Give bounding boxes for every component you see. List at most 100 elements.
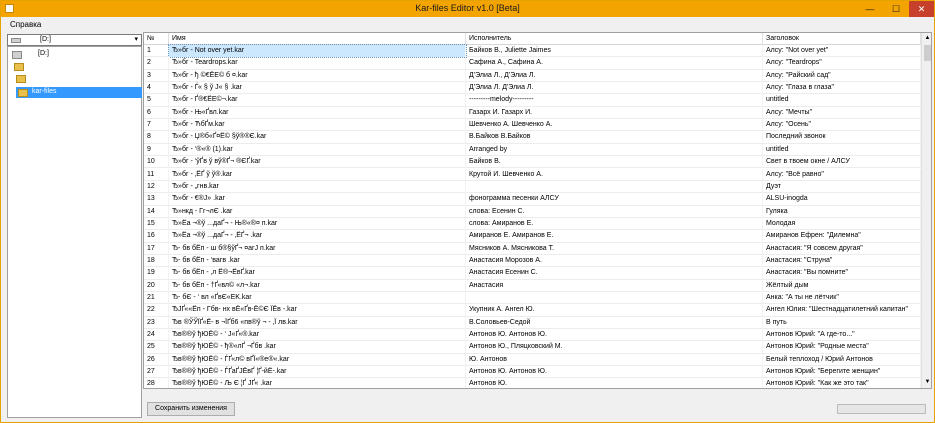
cell-number[interactable]: 1: [144, 45, 169, 57]
column-header-number[interactable]: №: [144, 33, 169, 45]
tree-node-drive[interactable]: [D:]: [10, 49, 70, 60]
cell-name[interactable]: Ђ»бг - „гнв.kar: [169, 180, 466, 193]
cell-performer[interactable]: фонограмма песенки АЛСУ: [466, 193, 763, 206]
cell-name[interactable]: Ђ­в®­®ў ђЮЁ© - ЃҐаҐЈЁвҐ ¦Ґ-йЁ-.kar: [169, 366, 466, 379]
cell-performer[interactable]: Антонов Ю.: [466, 378, 763, 388]
cell-name[interactable]: Ђ- бв бЁп - †Ґ«вл© «л¬.kar: [169, 279, 466, 292]
cell-number[interactable]: 14: [144, 205, 169, 218]
column-header-name[interactable]: Имя: [169, 33, 466, 45]
table-row[interactable]: 23 Ђ­в ®ЎЎЇҐ«Ё- в ¬ЇҐб6 «пв®ў ¬ - ‚Ї лв.k…: [144, 316, 921, 330]
vertical-scrollbar[interactable]: ▲ ▼: [921, 33, 931, 388]
minimize-button[interactable]: —: [857, 1, 883, 17]
cell-performer[interactable]: Arranged by: [466, 143, 763, 156]
cell-performer[interactable]: Антонов Ю. Антонов Ю.: [466, 366, 763, 379]
cell-title[interactable]: Алсу: "Teardrops": [763, 57, 921, 70]
scrollbar-thumb[interactable]: [924, 45, 931, 61]
table-row[interactable]: 8 Ђ»бг - Џ®б«Ґ¤­Ё© §ў®­®Є.kar В.Байков В.Б…: [144, 131, 921, 144]
cell-performer[interactable]: Ю. Антонов: [466, 353, 763, 366]
cell-name[interactable]: Ђ»бг - ЋбҐ­м.kar: [169, 119, 466, 132]
cell-number[interactable]: 2: [144, 57, 169, 70]
cell-name[interactable]: Ђ­в®­®ў ђЮЁ© - ЃҐ«л© вҐЇ«®е®«.kar: [169, 353, 466, 366]
table-row[interactable]: 1 Ђ»бг - Not over yet.kar Байков В., Julie…: [144, 44, 921, 58]
cell-number[interactable]: 28: [144, 378, 169, 388]
cell-name[interactable]: Ђ»Ёа ¬®ў ...даҐ¬ - ‚Ё­Ґ­¬ .kar: [169, 230, 466, 243]
cell-performer[interactable]: Анастасия Есенин С.: [466, 267, 763, 280]
cell-performer[interactable]: Укупник А. Ангел Ю.: [466, 304, 763, 317]
cell-title[interactable]: Антонов Юрий: "Как же это так": [763, 378, 921, 388]
cell-name[interactable]: Ђ­в®­®ў ђЮЁ© - ђ®«­лҐ ¬Ґбв .kar: [169, 341, 466, 354]
table-row[interactable]: 4 Ђ»бг - Ѓ« § ў J« § .kar Д'Элиа Л. Д'Элиа…: [144, 82, 921, 95]
cell-name[interactable]: Ђ»нкд - Гг¬лЄ .kar: [169, 205, 466, 218]
cell-number[interactable]: 21: [144, 292, 169, 304]
cell-title[interactable]: untitled: [763, 143, 921, 156]
cell-name[interactable]: Ђ»Ёа ¬®ў ...даҐ¬ - Њ®«®¤ п.kar: [169, 217, 466, 230]
cell-title[interactable]: Алсу: "Осень": [763, 119, 921, 132]
cell-title[interactable]: Алсу: "Мечты": [763, 106, 921, 119]
cell-performer[interactable]: Анастасия: [466, 279, 763, 292]
cell-performer[interactable]: Анастасия Морозов А.: [466, 254, 763, 267]
cell-name[interactable]: Ђ- бв бЁп - ‚л Ё®¬­ЁвҐ.kar: [169, 267, 466, 280]
maximize-button[interactable]: ☐: [883, 1, 909, 17]
cell-title[interactable]: Амиранов Ефрен: "Дилемна": [763, 230, 921, 243]
table-row[interactable]: 25 Ђ­в®­®ў ђЮЁ© - ђ®«­лҐ ¬Ґбв .kar Антонов…: [144, 341, 921, 354]
cell-number[interactable]: 25: [144, 341, 169, 354]
cell-title[interactable]: Последний звонок: [763, 131, 921, 144]
cell-title[interactable]: Алсу: "Глаза в глаза": [763, 82, 921, 95]
cell-name[interactable]: Ђ»бг - Ѓ« § ў J« § .kar: [169, 82, 466, 95]
cell-performer[interactable]: Сафина А., Сафина А.: [466, 57, 763, 70]
cell-performer[interactable]: Байков В.: [466, 156, 763, 169]
cell-performer[interactable]: Д'Элиа Л. Д'Элиа Л.: [466, 82, 763, 95]
cell-performer[interactable]: В.Байков В.Байков: [466, 131, 763, 144]
cell-title[interactable]: Жёлтый дым: [763, 279, 921, 292]
cell-title[interactable]: Антонов Юрий: "Родные места": [763, 341, 921, 354]
cell-performer[interactable]: Байков В., Juliette Jaimes: [466, 45, 763, 57]
cell-performer[interactable]: Д'Элиа Л., Д'Элиа Л.: [466, 69, 763, 82]
cell-number[interactable]: 15: [144, 217, 169, 230]
table-row[interactable]: 12 Ђ»бг - „гнв.kar Дуэт: [144, 180, 921, 194]
cell-number[interactable]: 20: [144, 279, 169, 292]
cell-name[interactable]: Ђ- бв бЁп - ш б®§ўҐ¬ ¤агЈ п.kar: [169, 242, 466, 255]
cell-number[interactable]: 17: [144, 242, 169, 255]
table-row[interactable]: 11 Ђ»бг - ‚ЁҐ ў ў­®.kar Крутой И. Шевченко…: [144, 168, 921, 181]
cell-performer[interactable]: ---------melody---------: [466, 94, 763, 107]
cell-name[interactable]: Ђ- бв бЁп - ‘вагв .kar: [169, 254, 466, 267]
cell-number[interactable]: 13: [144, 193, 169, 206]
cell-performer[interactable]: В.Соловьев-Седой: [466, 316, 763, 329]
cell-name[interactable]: Ђ»бг - Ґ®€ЁЕ©¬.kar: [169, 94, 466, 107]
table-row[interactable]: 21 Ђ- бЄ - ‘ вл «ҐвЄ«EK.kar Анка: "А ты не…: [144, 292, 921, 305]
table-row[interactable]: 5 Ђ»бг - Ґ®€ЁЕ©¬.kar ---------melody------…: [144, 94, 921, 107]
cell-title[interactable]: Дуэт: [763, 180, 921, 193]
cell-title[interactable]: Молодая: [763, 217, 921, 230]
cell-title[interactable]: Ангел Юлия: "Шестнадцатилетний капитан": [763, 304, 921, 317]
cell-name[interactable]: Ђ»бг - Џ®б«Ґ¤­Ё© §ў®­®Є.kar: [169, 131, 466, 144]
table-row[interactable]: 26 Ђ­в®­®ў ђЮЁ© - ЃҐ«л© вҐЇ«®е®«.kar Ю. Ан…: [144, 353, 921, 367]
cell-title[interactable]: ALSU-inogda: [763, 193, 921, 206]
cell-performer[interactable]: Газарх И. Газарх И.: [466, 106, 763, 119]
cell-number[interactable]: 18: [144, 254, 169, 267]
cell-performer[interactable]: Шевченко А. Шевченко А.: [466, 119, 763, 132]
cell-name[interactable]: Ђ­JҐ««Ёп - Гбв- нх вЁ«Ґв-Ё©Є ЇЁв -.kar: [169, 304, 466, 317]
cell-performer[interactable]: Мясников А. Мясникова Т.: [466, 242, 763, 255]
cell-title[interactable]: Анка: "А ты не лётчик": [763, 292, 921, 304]
table-row[interactable]: 3 Ђ»бг - ђ ©€ЁЕ© б ¤.kar Д'Элиа Л., Д'Элиа…: [144, 69, 921, 83]
cell-name[interactable]: Ђ­в®­®ў ђЮЁ© - ‘ J«Ґ«®.kar: [169, 329, 466, 342]
cell-name[interactable]: Ђ»бг - ђ ©€ЁЕ© б ¤.kar: [169, 69, 466, 82]
cell-performer[interactable]: [466, 180, 763, 193]
column-header-performer[interactable]: Исполнитель: [466, 33, 763, 45]
cell-title[interactable]: Свет в твоем окне / АЛСУ: [763, 156, 921, 169]
table-row[interactable]: 16 Ђ»Ёа ¬®ў ...даҐ¬ - ‚Ё­Ґ­¬ .kar Амиранов…: [144, 230, 921, 243]
cell-title[interactable]: untitled: [763, 94, 921, 107]
cell-number[interactable]: 10: [144, 156, 169, 169]
cell-number[interactable]: 16: [144, 230, 169, 243]
cell-name[interactable]: Ђ­в ®ЎЎЇҐ«Ё- в ¬ЇҐб6 «пв®ў ¬ - ‚Ї лв.kar: [169, 316, 466, 329]
cell-number[interactable]: 26: [144, 353, 169, 366]
cell-number[interactable]: 7: [144, 119, 169, 132]
cell-performer[interactable]: Амиранов Е. Амиранов Е.: [466, 230, 763, 243]
cell-title[interactable]: Алсу: "Всё равно": [763, 168, 921, 181]
cell-performer[interactable]: [466, 292, 763, 304]
cell-name[interactable]: Ђ­в®­®ў ђЮЁ© - Љ Є ¦Ґ ЈҐ« .kar: [169, 378, 466, 388]
cell-name[interactable]: Ђ»бг - ‚ЁҐ ў ў­®.kar: [169, 168, 466, 181]
cell-name[interactable]: Ђ»бг - Teardrops.kar: [169, 57, 466, 70]
cell-performer[interactable]: слова: Есенин С.: [466, 205, 763, 218]
cell-number[interactable]: 3: [144, 69, 169, 82]
